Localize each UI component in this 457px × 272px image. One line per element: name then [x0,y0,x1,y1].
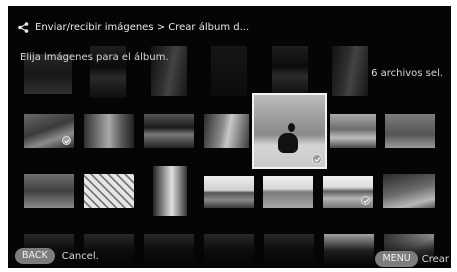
thumbnail[interactable] [383,174,435,208]
header-bar: Enviar/recibir imágenes > Crear álbum d.… [18,18,249,36]
thumbnail[interactable] [332,46,368,96]
menu-label: Crear [421,253,449,265]
thumbnail[interactable] [24,174,74,208]
thumbnail[interactable] [323,176,373,208]
thumbnail[interactable] [272,46,308,96]
thumbnail[interactable] [385,114,435,148]
back-action[interactable]: BACK Cancel. [15,248,99,264]
thumbnail[interactable] [204,114,249,148]
menu-action[interactable]: MENU Crear [375,251,449,267]
figure-head [288,123,295,132]
share-icon [18,21,29,33]
figure-silhouette [278,133,298,153]
thumbnail[interactable] [84,174,134,208]
selected-check-icon [312,154,322,164]
thumbnail[interactable] [144,114,194,148]
thumbnail[interactable] [263,176,313,208]
menu-key-badge[interactable]: MENU [375,251,418,267]
selected-check-icon [361,196,370,205]
selection-count: 6 archivos sel. [371,68,443,79]
thumbnail[interactable] [330,114,376,148]
focused-thumbnail[interactable] [252,93,327,169]
thumbnail[interactable] [153,166,187,216]
thumbnail[interactable] [84,114,134,148]
thumbnail[interactable] [24,114,74,148]
thumbnail[interactable] [211,46,247,96]
back-key-badge[interactable]: BACK [15,248,55,264]
breadcrumb: Enviar/recibir imágenes > Crear álbum d.… [35,21,250,33]
back-label: Cancel. [61,250,99,262]
thumbnail[interactable] [204,176,254,208]
screen: Enviar/recibir imágenes > Crear álbum d.… [8,6,451,268]
selected-check-icon [62,136,71,145]
instruction-text: Elija imágenes para el álbum. [20,52,169,63]
